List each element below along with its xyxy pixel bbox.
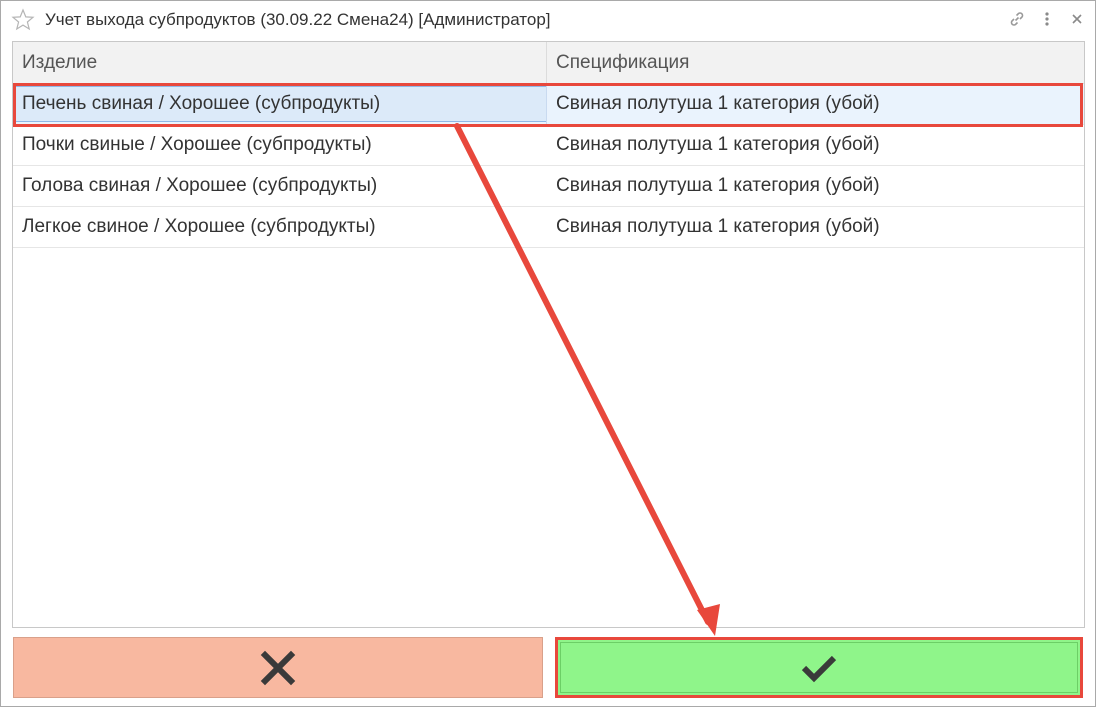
column-divider[interactable] <box>546 42 547 83</box>
product-cell[interactable]: Почки свиные / Хорошее (субпродукты) <box>22 125 372 165</box>
table-header: Изделие Спецификация <box>13 42 1084 84</box>
star-icon[interactable] <box>11 8 35 32</box>
link-icon[interactable] <box>1007 9 1027 29</box>
x-icon <box>260 650 296 685</box>
column-header-product[interactable]: Изделие <box>22 42 97 83</box>
checkmark-icon <box>801 655 837 682</box>
spec-cell[interactable]: Свиная полутуша 1 категория (убой) <box>556 166 880 206</box>
window-title: Учет выхода субпродуктов (30.09.22 Смена… <box>45 10 551 29</box>
more-icon[interactable] <box>1037 9 1057 29</box>
spec-cell[interactable]: Свиная полутуша 1 категория (убой) <box>556 125 880 165</box>
spec-cell[interactable]: Свиная полутуша 1 категория (убой) <box>556 207 880 247</box>
product-cell[interactable]: Голова свиная / Хорошее (субпродукты) <box>22 166 377 206</box>
ok-button[interactable] <box>555 637 1083 698</box>
product-cell[interactable]: Легкое свиное / Хорошее (субпродукты) <box>22 207 376 247</box>
column-header-spec[interactable]: Спецификация <box>556 42 689 83</box>
cancel-button[interactable] <box>13 637 543 698</box>
table-row[interactable]: Голова свиная / Хорошее (субпродукты) Св… <box>13 166 1084 207</box>
table-row[interactable]: Легкое свиное / Хорошее (субпродукты) Св… <box>13 207 1084 248</box>
close-icon[interactable] <box>1067 9 1087 29</box>
table-row[interactable]: Почки свиные / Хорошее (субпродукты) Сви… <box>13 125 1084 166</box>
selected-row-highlight <box>13 83 1083 127</box>
products-table: Изделие Спецификация Печень свиная / Хор… <box>12 41 1085 628</box>
title-bar: Учет выхода субпродуктов (30.09.22 Смена… <box>1 1 1095 37</box>
